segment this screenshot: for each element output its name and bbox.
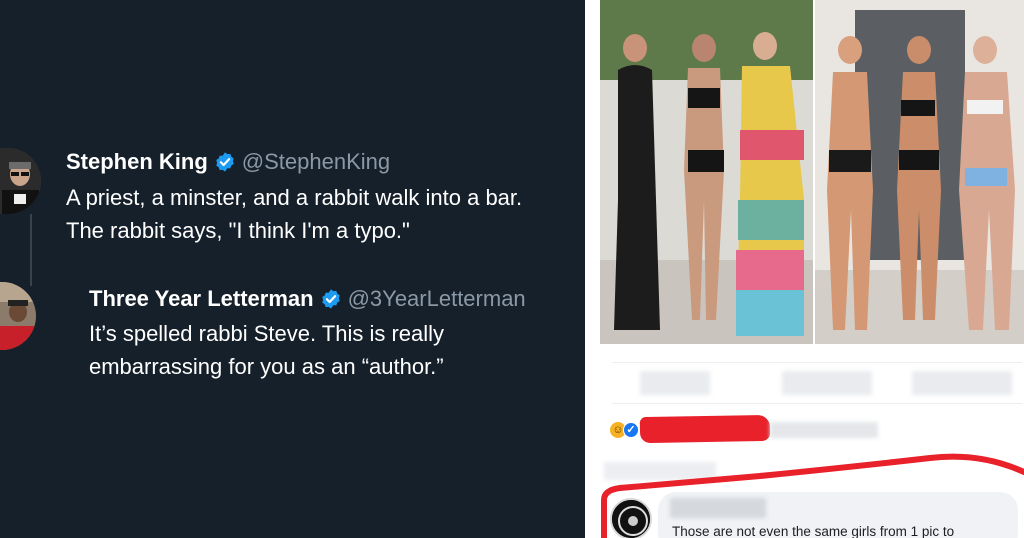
blurred-reaction-text <box>770 422 878 438</box>
reaction-summary[interactable]: ☺ ✓ <box>610 418 639 442</box>
red-highlight-curve <box>601 453 1024 538</box>
tweet-text: It’s spelled rabbi Steve. This is really… <box>89 317 585 383</box>
avatar-three-year-letterman[interactable] <box>0 282 36 350</box>
post-actions-blurred <box>612 362 1022 404</box>
avatar-stephen-king[interactable] <box>0 148 41 214</box>
thread-connector-line <box>30 214 32 286</box>
tweet-three-year-letterman: Three Year Letterman @3YearLetterman It’… <box>89 283 585 383</box>
tweet-text-line: embarrassing for you as an “author.” <box>89 354 444 379</box>
tweet-thread: Stephen King @StephenKing A priest, a mi… <box>0 0 585 538</box>
verified-badge-icon <box>214 151 236 173</box>
tweet-text-line: A priest, a minster, and a rabbit walk i… <box>66 185 523 210</box>
tweet-text-line: The rabbit says, "I think I'm a typo." <box>66 218 410 243</box>
tweet-text-line: It’s spelled rabbi Steve. This is really <box>89 321 445 346</box>
display-name[interactable]: Stephen King <box>66 149 208 175</box>
user-handle[interactable]: @StephenKing <box>242 149 390 175</box>
like-reaction-icon: ✓ <box>623 422 639 438</box>
tweet-stephen-king: Stephen King @StephenKing A priest, a mi… <box>66 146 585 247</box>
tweet-header: Three Year Letterman @3YearLetterman <box>89 283 585 315</box>
display-name[interactable]: Three Year Letterman <box>89 286 314 312</box>
user-handle[interactable]: @3YearLetterman <box>348 286 526 312</box>
verified-badge-icon <box>320 288 342 310</box>
facebook-post: ☺ ✓ Those are not even the same girls fr… <box>600 0 1024 538</box>
redacted-name-scribble <box>639 414 771 444</box>
post-photo-left[interactable] <box>600 0 813 344</box>
tweet-text: A priest, a minster, and a rabbit walk i… <box>66 181 585 247</box>
image-divider <box>585 0 600 538</box>
post-photo-right[interactable] <box>815 0 1024 344</box>
tweet-header: Stephen King @StephenKing <box>66 146 585 178</box>
